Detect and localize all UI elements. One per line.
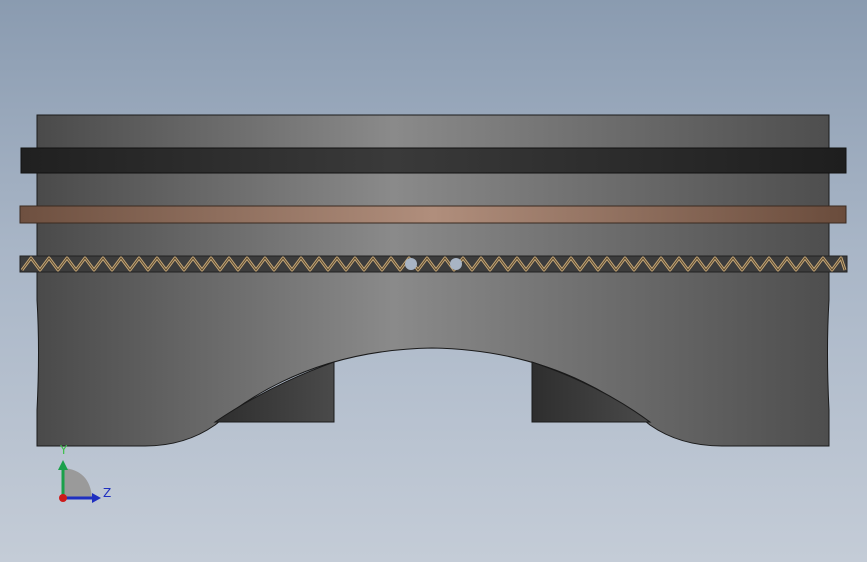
second-compression-ring[interactable] xyxy=(19,205,847,224)
y-axis-arrow xyxy=(58,460,68,470)
x-axis-dot xyxy=(59,494,67,502)
top-compression-ring[interactable] xyxy=(20,147,847,174)
graphics-viewport[interactable]: Y Z xyxy=(0,0,867,562)
y-axis-label: Y xyxy=(59,443,68,457)
z-axis-arrow xyxy=(92,493,101,503)
oil-control-ring[interactable] xyxy=(19,255,848,273)
coordinate-triad: Y Z xyxy=(58,443,111,503)
triad-shade xyxy=(63,468,92,498)
piston-model[interactable]: Y Z xyxy=(0,0,867,562)
z-axis-label: Z xyxy=(103,486,111,500)
